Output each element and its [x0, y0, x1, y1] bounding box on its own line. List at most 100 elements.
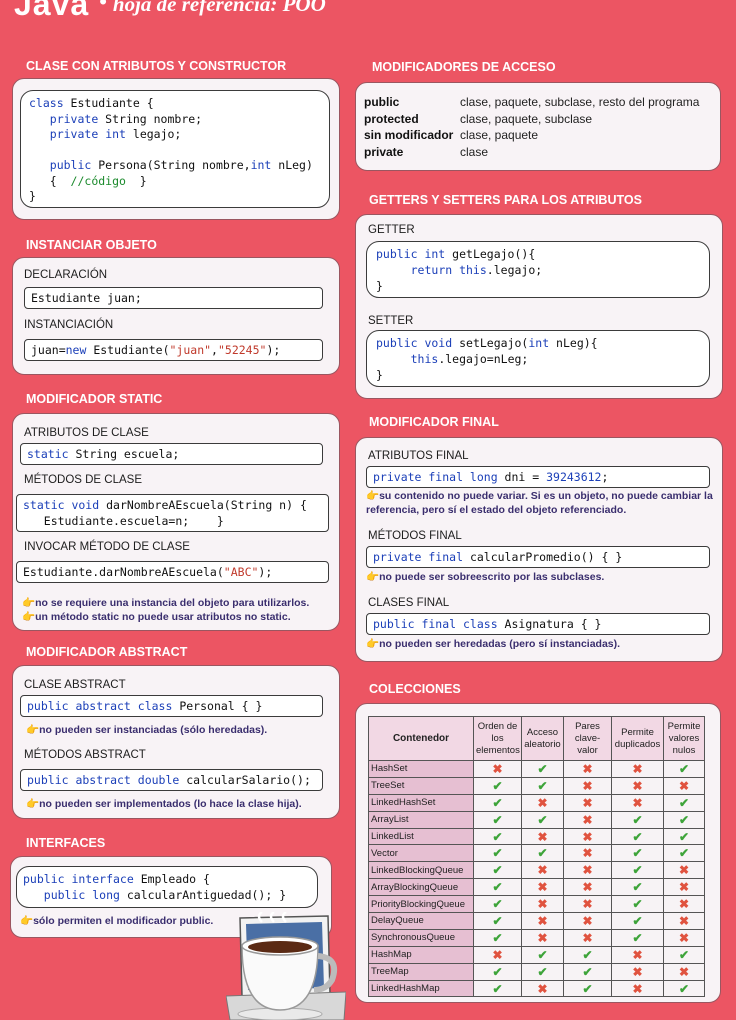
- label-clase-abstract: CLASE ABSTRACT: [24, 679, 126, 691]
- cross-icon: ✖: [521, 928, 564, 947]
- access-modifiers-list: public clase, paquete, subclase, resto de…: [364, 94, 716, 160]
- cross-icon: ✖: [611, 776, 664, 795]
- cross-icon: ✖: [611, 979, 664, 998]
- cross-icon: ✖: [563, 895, 612, 914]
- label-invocar: INVOCAR MÉTODO DE CLASE: [24, 541, 190, 553]
- cross-icon: ✖: [521, 979, 564, 998]
- code-declaracion: Estudiante juan;: [24, 287, 323, 309]
- check-icon: ✔: [473, 912, 522, 930]
- collections-table: Contenedor Orden de los elementos Acceso…: [368, 716, 705, 998]
- table-row: ArrayList ✔ ✔ ✖ ✔ ✔: [368, 810, 705, 829]
- section-title-acceso: MODIFICADORES DE ACCESO: [372, 60, 556, 74]
- cross-icon: ✖: [563, 861, 612, 880]
- section-title-interfaces: INTERFACES: [26, 836, 106, 850]
- column-header: Permite duplicados: [611, 716, 664, 761]
- code-invocar: Estudiante.darNombreAEscuela("ABC");: [16, 561, 329, 583]
- check-icon: ✔: [473, 962, 522, 981]
- cross-icon: ✖: [663, 895, 705, 914]
- check-icon: ✔: [473, 979, 522, 998]
- check-icon: ✔: [611, 844, 664, 863]
- cross-icon: ✖: [521, 861, 564, 880]
- table-row: ArrayBlockingQueue ✔ ✖ ✖ ✔ ✖: [368, 878, 705, 897]
- hand-pointer-icon: 👉: [366, 571, 380, 583]
- code-atributos-clase: static String escuela;: [20, 443, 323, 465]
- label-clases-final: CLASES FINAL: [368, 597, 450, 609]
- cross-icon: ✖: [521, 912, 564, 930]
- column-header: Orden de los elementos: [473, 716, 522, 761]
- check-icon: ✔: [663, 945, 705, 964]
- page-header: Java • hoja de referencia: POO: [14, 0, 326, 23]
- code-metodos-final: private final calcularPromedio() { }: [366, 546, 710, 568]
- container-name-cell: LinkedList: [368, 827, 474, 846]
- check-icon: ✔: [521, 760, 564, 778]
- check-icon: ✔: [473, 827, 522, 846]
- check-icon: ✔: [611, 878, 664, 897]
- check-icon: ✔: [663, 979, 705, 998]
- container-name-cell: LinkedBlockingQueue: [368, 861, 474, 880]
- container-name-cell: Vector: [368, 844, 474, 863]
- note-final-3: 👉no pueden ser heredadas (pero sí instan…: [366, 638, 621, 650]
- table-row: TreeSet ✔ ✔ ✖ ✖ ✖: [368, 776, 705, 795]
- column-header: Contenedor: [368, 716, 474, 761]
- section-title-instanciar: INSTANCIAR OBJETO: [26, 238, 157, 252]
- column-header: Pares clave-valor: [563, 716, 612, 761]
- check-icon: ✔: [611, 827, 664, 846]
- check-icon: ✔: [611, 895, 664, 914]
- cross-icon: ✖: [521, 895, 564, 914]
- container-name-cell: PriorityBlockingQueue: [368, 895, 474, 914]
- note-final-2: 👉no puede ser sobreescrito por las subcl…: [366, 571, 605, 583]
- section-title-getset: GETTERS Y SETTERS PARA LOS ATRIBUTOS: [369, 193, 642, 207]
- cross-icon: ✖: [563, 844, 612, 863]
- check-icon: ✔: [611, 810, 664, 829]
- cross-icon: ✖: [663, 928, 705, 947]
- column-header: Acceso aleatorio: [521, 716, 564, 761]
- container-name-cell: TreeSet: [368, 776, 474, 795]
- access-row: private clase: [364, 144, 489, 159]
- table-row: SynchronousQueue ✔ ✖ ✖ ✔ ✖: [368, 928, 705, 947]
- table-header-row: Contenedor Orden de los elementos Acceso…: [368, 716, 705, 761]
- label-instanciacion: INSTANCIACIÓN: [24, 319, 114, 331]
- label-setter: SETTER: [368, 315, 414, 327]
- section-title-final: MODIFICADOR FINAL: [369, 415, 499, 429]
- cross-icon: ✖: [611, 962, 664, 981]
- check-icon: ✔: [663, 810, 705, 829]
- cross-icon: ✖: [611, 793, 664, 812]
- check-icon: ✔: [611, 928, 664, 947]
- cross-icon: ✖: [663, 962, 705, 981]
- section-title-colecciones: COLECCIONES: [369, 682, 461, 696]
- cross-icon: ✖: [521, 827, 564, 846]
- hand-pointer-icon: 👉: [22, 597, 36, 609]
- cross-icon: ✖: [611, 945, 664, 964]
- label-getter: GETTER: [368, 224, 415, 236]
- container-name-cell: LinkedHashSet: [368, 793, 474, 812]
- note-static-1: 👉no se requiere una instancia del objeto…: [22, 597, 310, 609]
- note-static-2: 👉un método static no puede usar atributo…: [22, 611, 291, 623]
- table-row: LinkedList ✔ ✖ ✖ ✔ ✔: [368, 827, 705, 846]
- coffee-laptop-illustration: [226, 912, 346, 1020]
- check-icon: ✔: [663, 760, 705, 778]
- cross-icon: ✖: [521, 793, 564, 812]
- table-row: HashMap ✖ ✔ ✔ ✖ ✔: [368, 945, 705, 964]
- check-icon: ✔: [611, 912, 664, 930]
- cross-icon: ✖: [563, 928, 612, 947]
- check-icon: ✔: [473, 928, 522, 947]
- access-row: public clase, paquete, subclase, resto de…: [364, 95, 700, 109]
- check-icon: ✔: [563, 962, 612, 981]
- check-icon: ✔: [473, 793, 522, 812]
- container-name-cell: HashMap: [368, 945, 474, 964]
- table-row: HashSet ✖ ✔ ✖ ✖ ✔: [368, 760, 705, 778]
- cross-icon: ✖: [521, 878, 564, 897]
- title-bullet: •: [99, 0, 107, 14]
- code-metodos-abstract: public abstract double calcularSalario()…: [20, 769, 323, 791]
- check-icon: ✔: [663, 793, 705, 812]
- hand-pointer-icon: 👉: [26, 724, 40, 736]
- label-atributos-clase: ATRIBUTOS DE CLASE: [24, 427, 149, 439]
- check-icon: ✔: [473, 776, 522, 795]
- code-setter: public void setLegajo(int nLeg){ this.le…: [366, 330, 710, 387]
- code-metodos-clase: static void darNombreAEscuela(String n) …: [16, 494, 329, 532]
- code-clase-estudiante: class Estudiante { private String nombre…: [20, 90, 330, 208]
- code-interfaces: public interface Empleado { public long …: [16, 866, 318, 908]
- page-title: Java: [14, 0, 90, 22]
- cross-icon: ✖: [563, 878, 612, 897]
- cross-icon: ✖: [663, 878, 705, 897]
